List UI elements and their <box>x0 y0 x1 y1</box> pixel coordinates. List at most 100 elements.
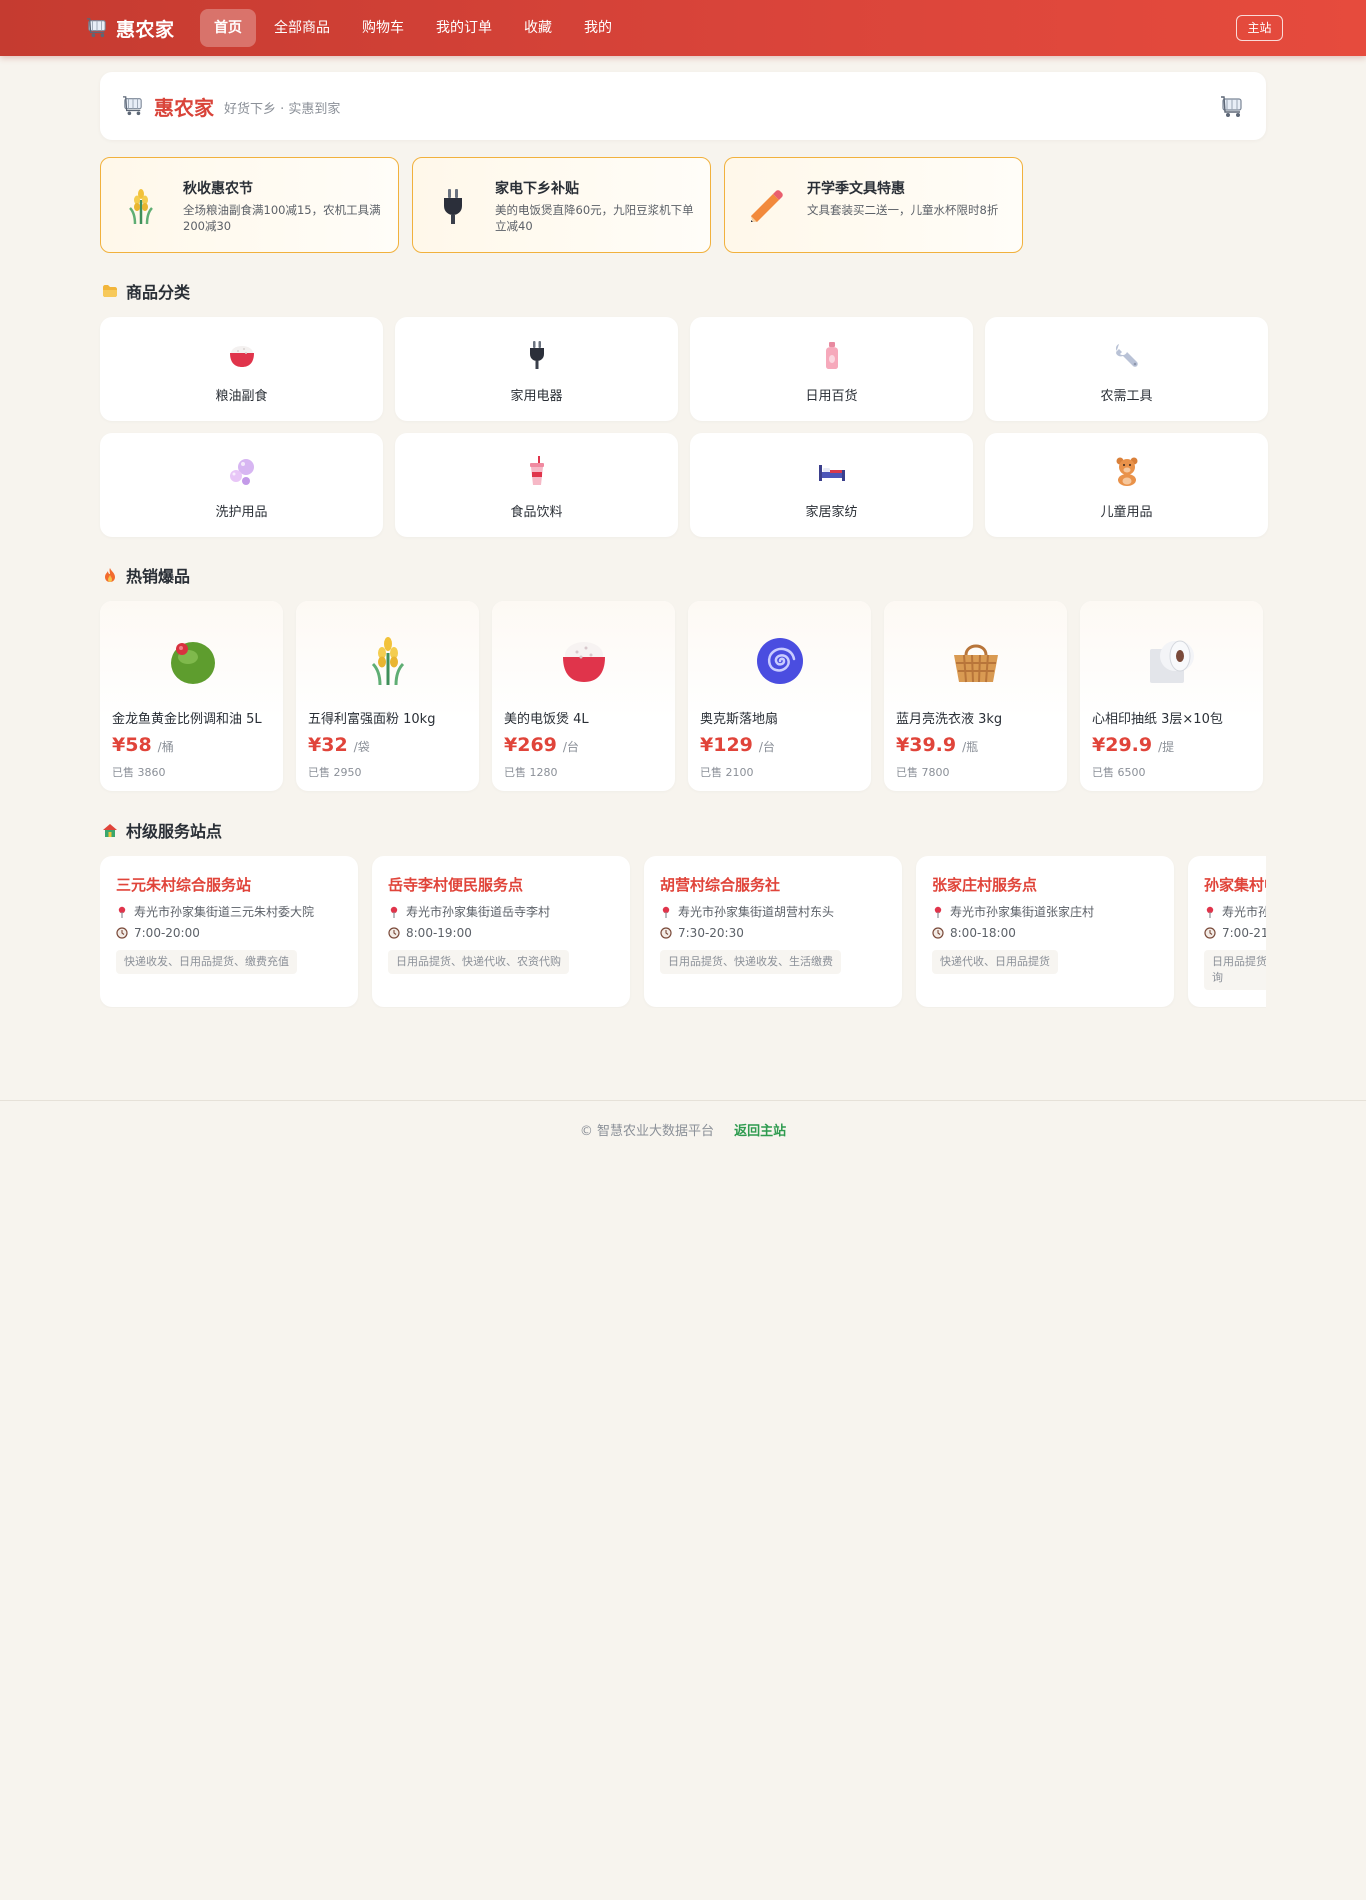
promo-title: 秋收惠农节 <box>183 181 253 197</box>
spiral-icon <box>757 638 803 684</box>
rice-bowl-icon <box>563 642 605 682</box>
footer-divider <box>0 1100 1366 1101</box>
clock-icon <box>388 927 400 939</box>
station-name: 岳寺李村便民服务点 <box>388 876 524 894</box>
clock-icon <box>116 927 128 939</box>
brand[interactable]: 惠农家 <box>86 14 175 42</box>
product-name: 心相印抽纸 3层×10包 <box>1092 712 1223 727</box>
station-address-row: 寿光市孙家集街道胡营村东头 <box>660 903 834 920</box>
category-card[interactable]: 日用百货 <box>690 317 973 421</box>
promo-card[interactable]: 家电下乡补贴 美的电饭煲直降60元，九阳豆浆机下单立减40 <box>412 157 711 253</box>
station-hours-row: 7:00-20:00 <box>116 926 200 940</box>
station-card[interactable]: 张家庄村服务点 寿光市孙家集街道张家庄村 8:00-18:00 快递代收、日用品… <box>916 856 1174 1007</box>
promo-desc: 美的电饭煲直降60元，九阳豆浆机下单立减40 <box>495 203 694 233</box>
product-price: ¥269 <box>504 734 557 756</box>
store-header: 惠农家 好货下乡 · 实惠到家 <box>100 72 1266 140</box>
product-image <box>1080 601 1263 719</box>
station-card[interactable]: 胡营村综合服务社 寿光市孙家集街道胡营村东头 7:30-20:30 日用品提货、… <box>644 856 902 1007</box>
station-services: 日用品提货、快递收发、生活缴费 <box>660 950 841 974</box>
station-services: 快递代收、日用品提货 <box>932 950 1058 974</box>
category-label: 洗护用品 <box>215 505 268 520</box>
category-card[interactable]: 农需工具 <box>985 317 1268 421</box>
station-address: 寿光市孙 <box>1222 905 1266 919</box>
shopping-cart-icon <box>87 18 106 38</box>
section-title: 商品分类 <box>126 283 191 302</box>
wrench-icon <box>1115 344 1138 367</box>
station-address-row: 寿光市孙家集街道岳寺李村 <box>388 903 550 920</box>
category-card[interactable]: 食品饮料 <box>395 433 678 537</box>
promo-desc: 文具套装买二送一，儿童水杯限时8折 <box>807 203 999 217</box>
station-name: 三元朱村综合服务站 <box>116 876 252 894</box>
category-grid: 粮油副食 家用电器 日用百货 农需工具 洗护用品 食品饮料 家居家纺 儿童用品 <box>100 317 1268 537</box>
category-card[interactable]: 家用电器 <box>395 317 678 421</box>
product-name: 蓝月亮洗衣液 3kg <box>896 712 1003 727</box>
product-image <box>492 601 675 719</box>
category-card[interactable]: 粮油副食 <box>100 317 383 421</box>
rice-bowl-icon <box>230 346 254 367</box>
back-to-main-link[interactable]: 返回主站 <box>734 1124 786 1139</box>
category-card[interactable]: 家居家纺 <box>690 433 973 537</box>
nav-home[interactable]: 首页 <box>200 9 256 47</box>
nav-favorites[interactable]: 收藏 <box>510 9 566 47</box>
nav-all-products[interactable]: 全部商品 <box>260 9 344 47</box>
product-price: ¥32 <box>308 734 348 756</box>
category-label: 农需工具 <box>1100 389 1153 404</box>
main-site-button[interactable]: 主站 <box>1236 15 1283 41</box>
product-card[interactable]: 美的电饭煲 4L ¥269 /台 已售 1280 <box>492 601 675 791</box>
brand-name: 惠农家 <box>116 18 175 41</box>
station-address: 寿光市孙家集街道张家庄村 <box>950 905 1095 919</box>
map-pin-icon <box>390 906 398 918</box>
product-price-row: ¥32 /袋 <box>308 734 370 756</box>
station-card[interactable]: 三元朱村综合服务站 寿光市孙家集街道三元朱村委大院 7:00-20:00 快递收… <box>100 856 358 1007</box>
product-unit: /台 <box>758 740 775 754</box>
teddy-bear-icon <box>1116 457 1138 486</box>
stations-heading: 村级服务站点 <box>102 820 223 841</box>
hot-products-row: 金龙鱼黄金比例调和油 5L ¥58 /桶 已售 3860 五得利富强面粉 10k… <box>100 601 1263 791</box>
promo-card[interactable]: 秋收惠农节 全场粮油副食满100减15，农机工具满200减30 <box>100 157 399 253</box>
product-unit: /台 <box>562 740 579 754</box>
stations-scroller[interactable]: 三元朱村综合服务站 寿光市孙家集街道三元朱村委大院 7:00-20:00 快递收… <box>100 856 1266 1008</box>
station-address: 寿光市孙家集街道三元朱村委大院 <box>134 905 315 919</box>
product-unit: /袋 <box>353 740 370 754</box>
nav-cart[interactable]: 购物车 <box>348 9 418 47</box>
fire-icon <box>105 568 115 582</box>
station-services: 日用品提货、快递收发、生活缴费、农技咨询 <box>1204 950 1266 990</box>
promo-banners: 秋收惠农节 全场粮油副食满100减15，农机工具满200减30 家电下乡补贴 美… <box>100 157 1023 253</box>
product-card[interactable]: 蓝月亮洗衣液 3kg ¥39.9 /瓶 已售 7800 <box>884 601 1067 791</box>
category-label: 粮油副食 <box>215 389 268 404</box>
product-sold: 已售 6500 <box>1092 766 1146 779</box>
categories-heading: 商品分类 <box>102 281 191 302</box>
plug-icon <box>444 189 462 224</box>
product-price-row: ¥269 /台 <box>504 734 579 756</box>
station-address-row: 寿光市孙家集街道三元朱村委大院 <box>116 903 314 920</box>
clock-icon <box>932 927 944 939</box>
station-card[interactable]: 孙家集村中 寿光市孙 7:00-21 日用品提货、快递收发、生活缴费、农技咨询 <box>1188 856 1266 1007</box>
toilet-paper-icon <box>1150 640 1194 683</box>
category-card[interactable]: 儿童用品 <box>985 433 1268 537</box>
house-icon <box>103 824 117 837</box>
station-hours: 7:00-21 <box>1222 926 1266 940</box>
station-hours: 8:00-19:00 <box>406 926 472 940</box>
cart-icon[interactable] <box>1220 96 1244 118</box>
product-image <box>884 601 1067 719</box>
product-card[interactable]: 金龙鱼黄金比例调和油 5L ¥58 /桶 已售 3860 <box>100 601 283 791</box>
map-pin-icon <box>118 906 126 918</box>
product-card[interactable]: 五得利富强面粉 10kg ¥32 /袋 已售 2950 <box>296 601 479 791</box>
promo-card[interactable]: 开学季文具特惠 文具套装买二送一，儿童水杯限时8折 <box>724 157 1023 253</box>
store-name: 惠农家 <box>154 96 214 120</box>
product-card[interactable]: 心相印抽纸 3层×10包 ¥29.9 /提 已售 6500 <box>1080 601 1263 791</box>
product-name: 金龙鱼黄金比例调和油 5L <box>112 712 262 727</box>
station-services: 日用品提货、快递代收、农资代购 <box>388 950 569 974</box>
product-sold: 已售 1280 <box>504 766 558 779</box>
nav-mine[interactable]: 我的 <box>570 9 626 47</box>
station-name: 孙家集村中 <box>1204 876 1266 894</box>
nav-my-orders[interactable]: 我的订单 <box>422 9 506 47</box>
basket-icon <box>954 644 998 683</box>
station-hours: 7:30-20:30 <box>678 926 744 940</box>
product-card[interactable]: 奥克斯落地扇 ¥129 /台 已售 2100 <box>688 601 871 791</box>
category-label: 儿童用品 <box>1100 505 1153 520</box>
section-title: 村级服务站点 <box>126 822 223 841</box>
product-name: 奥克斯落地扇 <box>700 712 779 727</box>
category-card[interactable]: 洗护用品 <box>100 433 383 537</box>
station-card[interactable]: 岳寺李村便民服务点 寿光市孙家集街道岳寺李村 8:00-19:00 日用品提货、… <box>372 856 630 1007</box>
